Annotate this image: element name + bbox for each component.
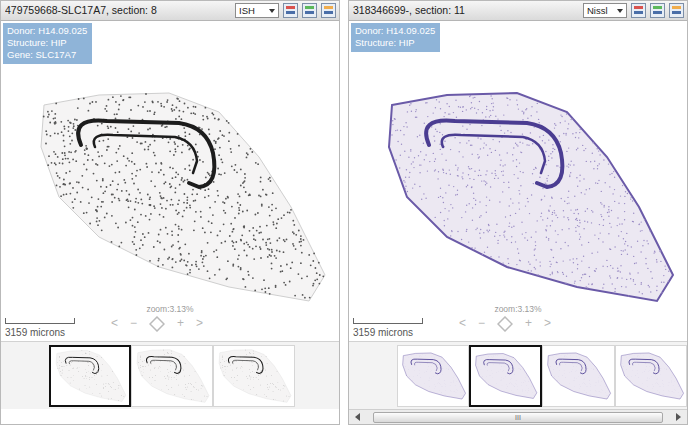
image-stage[interactable]: Donor: H14.09.025Structure: HIPGene: SLC… (1, 21, 339, 341)
zoom-level: zoom:3.13% (1, 303, 339, 316)
nav-controls: <− + > (111, 315, 203, 332)
section-thumbnail[interactable] (131, 345, 213, 407)
info-line: Donor: H14.09.025 (355, 25, 435, 37)
scale-line (353, 318, 423, 324)
section-thumbnail[interactable] (397, 345, 469, 407)
pan-diamond-icon[interactable] (497, 315, 513, 332)
panel-header: 479759668-SLC17A7, section: 8 ISH (1, 1, 339, 21)
scroll-right-icon[interactable] (672, 411, 685, 424)
section-thumbnail[interactable] (49, 345, 131, 407)
image-stage[interactable]: Donor: H14.09.025Structure: HIP zoom:3.13… (349, 21, 687, 341)
scale-label: 3159 microns (353, 325, 423, 340)
dropdown-caret-icon (269, 9, 275, 13)
viewer-area: 479759668-SLC17A7, section: 8 ISH Donor: H… (0, 0, 689, 425)
panel-title: 479759668-SLC17A7, section: 8 (5, 3, 231, 19)
color-settings-icon[interactable] (631, 3, 646, 18)
scroll-track: III (364, 412, 672, 423)
section-thumbnail[interactable] (213, 345, 295, 407)
scale-bar: 3159 microns (5, 318, 75, 340)
info-line: Structure: HIP (7, 37, 87, 49)
mode-value: Nissl (587, 5, 608, 16)
section-thumbnail[interactable] (542, 345, 614, 407)
info-line: Gene: SLC17A7 (7, 49, 87, 61)
info-line: Structure: HIP (355, 37, 435, 49)
mode-dropdown[interactable]: Nissl (583, 3, 627, 18)
info-box: Donor: H14.09.025Structure: HIP (351, 23, 440, 52)
viewer-panel: 318346699-, section: 11 Nissl Donor: H14.0… (348, 0, 688, 425)
info-box: Donor: H14.09.025Structure: HIPGene: SLC… (3, 23, 92, 64)
pan-diamond-icon[interactable] (149, 315, 165, 332)
info-line: Donor: H14.09.025 (7, 25, 87, 37)
sync-icon[interactable] (650, 3, 665, 18)
zoom-out-button[interactable]: − (130, 315, 137, 331)
panel-title: 318346699-, section: 11 (353, 3, 579, 19)
pan-left-button[interactable]: < (459, 315, 466, 331)
zoom-in-button[interactable]: + (525, 315, 532, 331)
pan-right-button[interactable]: > (544, 315, 551, 331)
dropdown-caret-icon (617, 9, 623, 13)
pan-left-button[interactable]: < (111, 315, 118, 331)
sync-icon[interactable] (302, 3, 317, 18)
thumbnail-strip (349, 341, 687, 409)
zoom-level: zoom:3.13% (349, 303, 687, 316)
scroll-left-icon[interactable] (351, 411, 364, 424)
nav-controls: <− + > (459, 315, 551, 332)
color-settings-icon[interactable] (283, 3, 298, 18)
mode-dropdown[interactable]: ISH (235, 3, 279, 18)
pan-right-button[interactable]: > (196, 315, 203, 331)
expand-icon[interactable] (669, 3, 684, 18)
mode-value: ISH (239, 5, 255, 16)
section-thumbnail[interactable] (615, 345, 687, 407)
section-thumbnail[interactable] (469, 345, 542, 407)
horizontal-scrollbar[interactable]: III (349, 409, 687, 424)
scroll-thumb[interactable]: III (373, 412, 663, 423)
expand-icon[interactable] (321, 3, 336, 18)
thumbnail-strip (1, 341, 339, 409)
zoom-out-button[interactable]: − (478, 315, 485, 331)
scale-bar: 3159 microns (353, 318, 423, 340)
panel-header: 318346699-, section: 11 Nissl (349, 1, 687, 21)
scale-label: 3159 microns (5, 325, 75, 340)
zoom-in-button[interactable]: + (177, 315, 184, 331)
tissue-image[interactable] (377, 87, 677, 307)
tissue-image[interactable] (29, 87, 329, 307)
viewer-panel: 479759668-SLC17A7, section: 8 ISH Donor: H… (0, 0, 340, 425)
scale-line (5, 318, 75, 324)
